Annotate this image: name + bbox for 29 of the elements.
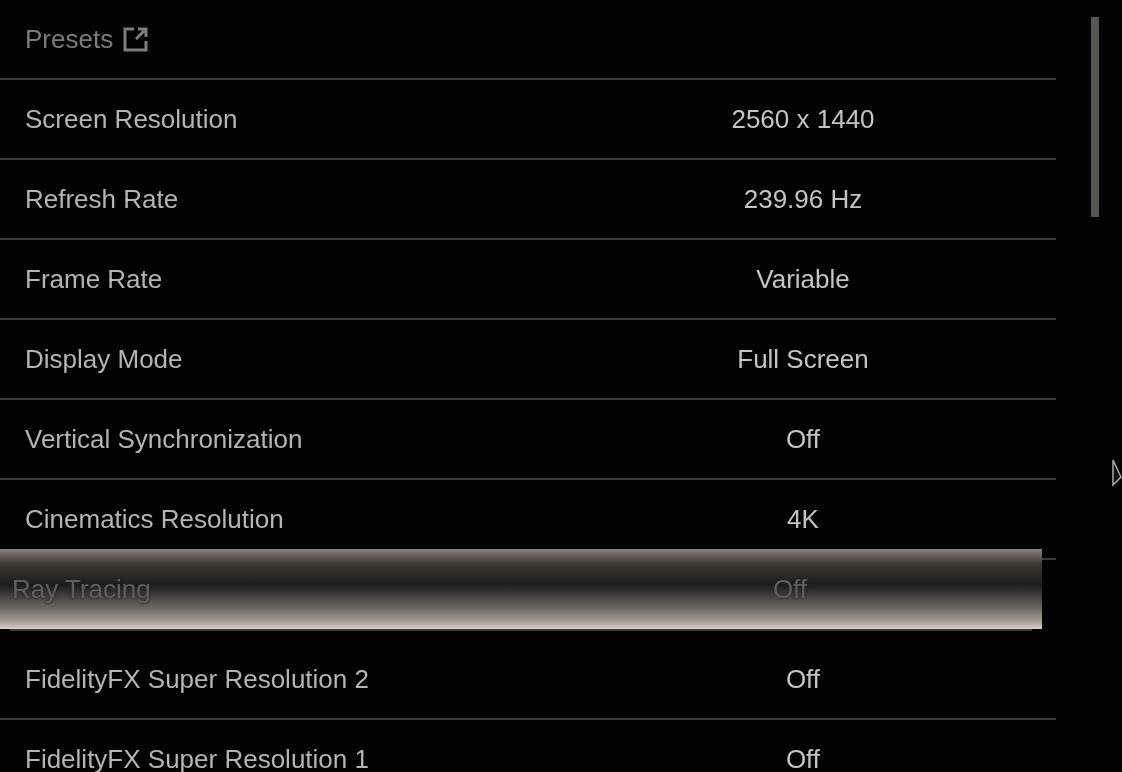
setting-label: Frame Rate: [24, 263, 164, 295]
setting-label: Cinematics Resolution: [24, 503, 285, 535]
external-link-icon[interactable]: [123, 26, 150, 52]
setting-label: Refresh Rate: [24, 183, 180, 215]
scrollbar-thumb[interactable]: [1091, 17, 1099, 217]
setting-row[interactable]: Vertical Synchronization Off: [0, 400, 1056, 480]
setting-value: 4K: [786, 503, 820, 535]
setting-row[interactable]: Display Mode Full Screen: [0, 320, 1056, 400]
presets-link[interactable]: Presets: [25, 23, 114, 55]
setting-label: Vertical Synchronization: [24, 423, 304, 455]
setting-value: 239.96 Hz: [742, 183, 864, 215]
setting-label: Ray Tracing: [11, 573, 152, 605]
setting-value: Off: [784, 743, 822, 772]
setting-value: Off: [784, 423, 822, 455]
mouse-cursor-icon: [1112, 459, 1122, 489]
setting-label: Screen Resolution: [24, 103, 239, 135]
setting-row[interactable]: Screen Resolution 2560 x 1440: [0, 80, 1056, 160]
setting-value: 2560 x 1440: [730, 103, 876, 135]
setting-row[interactable]: FidelityFX Super Resolution 1 Off: [0, 720, 1056, 772]
setting-value: Off: [771, 573, 809, 605]
setting-label: FidelityFX Super Resolution 2: [24, 663, 370, 695]
setting-row[interactable]: Frame Rate Variable: [0, 240, 1056, 320]
setting-label: FidelityFX Super Resolution 1: [24, 743, 370, 772]
setting-label: Display Mode: [24, 343, 184, 375]
setting-row[interactable]: FidelityFX Super Resolution 2 Off: [0, 640, 1056, 720]
setting-row[interactable]: Refresh Rate 239.96 Hz: [0, 160, 1056, 240]
setting-value: Full Screen: [736, 343, 870, 375]
setting-value: Variable: [755, 263, 851, 295]
setting-value: Off: [784, 663, 822, 695]
